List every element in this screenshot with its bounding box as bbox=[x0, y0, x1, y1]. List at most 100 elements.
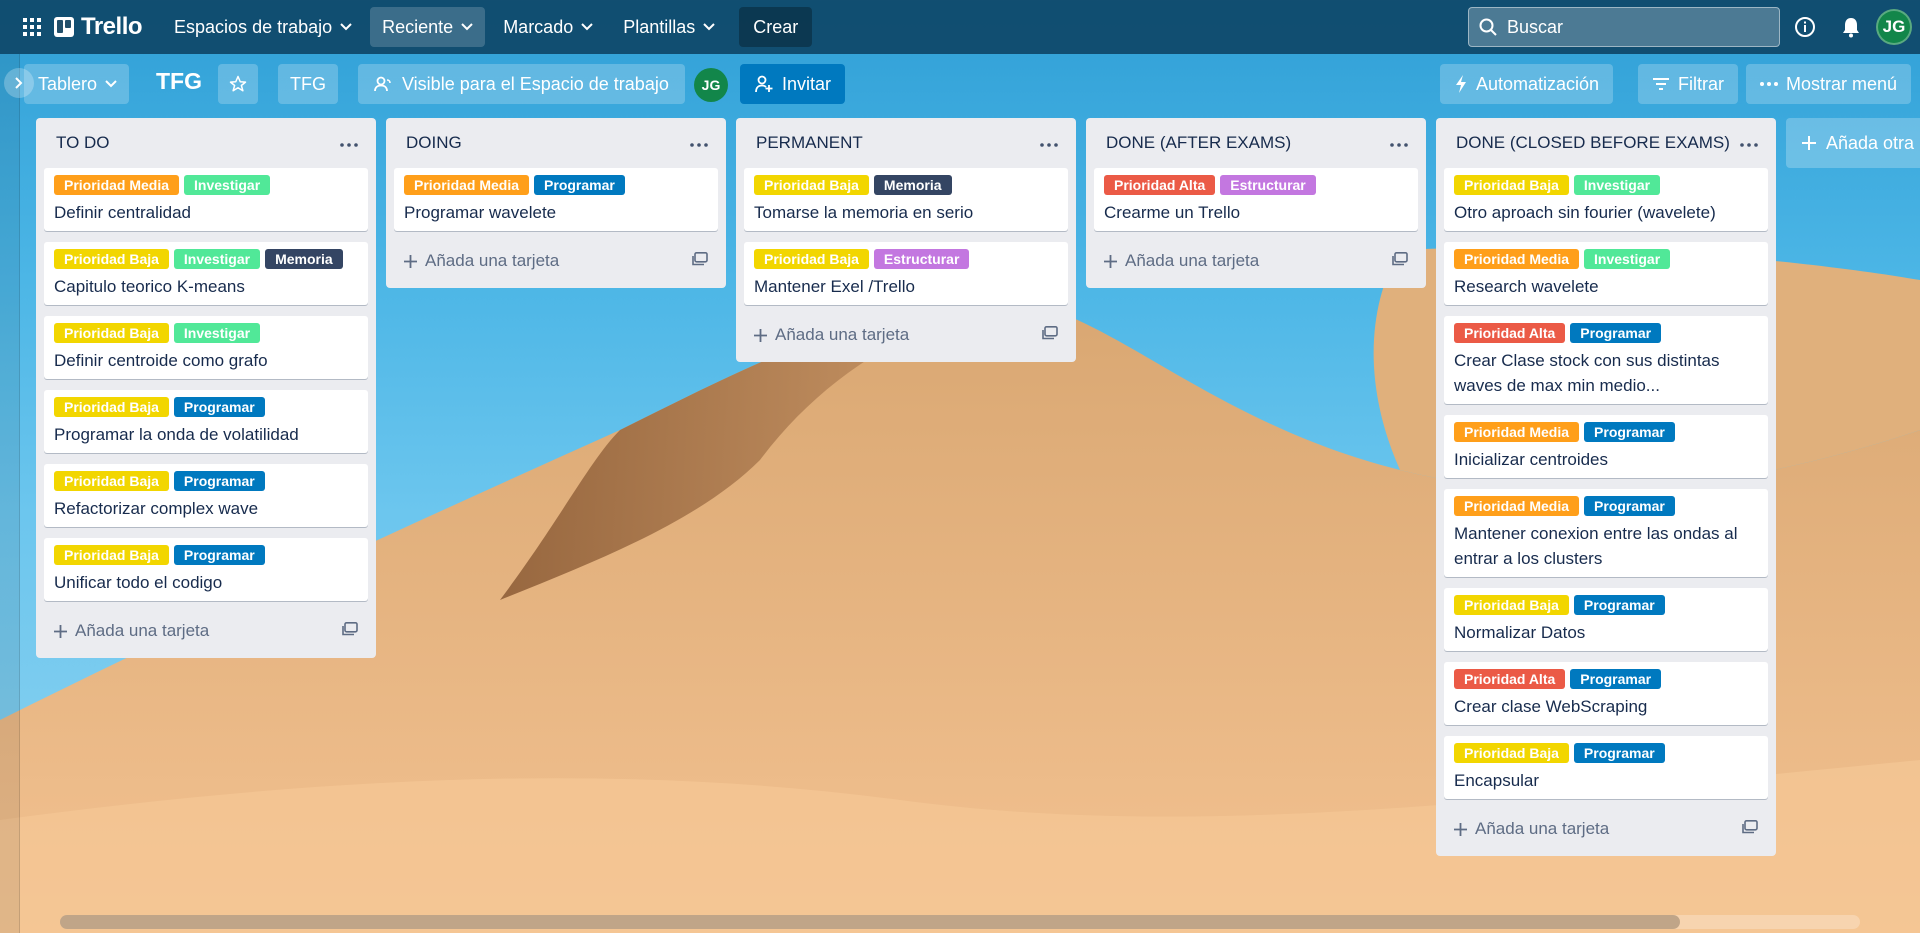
apps-grid-button[interactable] bbox=[14, 9, 50, 45]
add-list-button[interactable]: Añada otra l bbox=[1786, 118, 1920, 168]
card[interactable]: Prioridad Media Investigar Definir central… bbox=[44, 168, 368, 231]
card-label[interactable]: Prioridad Baja bbox=[1454, 595, 1569, 615]
card-label[interactable]: Estructurar bbox=[1220, 175, 1316, 195]
create-from-template-button[interactable] bbox=[1042, 325, 1058, 345]
card-label[interactable]: Memoria bbox=[265, 249, 343, 269]
card[interactable]: Prioridad Baja Programar Encapsular bbox=[1444, 736, 1768, 799]
trello-logo[interactable]: Trello bbox=[54, 13, 143, 41]
card-label[interactable]: Investigar bbox=[1573, 175, 1661, 195]
board-view-switcher[interactable]: Tablero bbox=[24, 64, 130, 104]
card-label[interactable]: Prioridad Baja bbox=[1454, 175, 1569, 195]
card-label[interactable]: Prioridad Media bbox=[404, 175, 530, 195]
card-label[interactable]: Prioridad Baja bbox=[1454, 743, 1569, 763]
horizontal-scrollbar[interactable] bbox=[60, 915, 1860, 929]
card-label[interactable]: Investigar bbox=[173, 249, 261, 269]
card-label[interactable]: Investigar bbox=[173, 323, 261, 343]
card-label[interactable]: Programar bbox=[173, 545, 265, 565]
card-label[interactable]: Prioridad Media bbox=[1454, 496, 1580, 516]
card[interactable]: Prioridad Baja Programar Programar la onda… bbox=[44, 390, 368, 453]
card-label[interactable]: Investigar bbox=[184, 175, 271, 195]
card-label[interactable]: Prioridad Media bbox=[1454, 249, 1580, 269]
add-card-button[interactable]: Añada una tarjeta bbox=[44, 612, 368, 650]
list-menu-button[interactable] bbox=[340, 134, 358, 152]
card-label[interactable]: Programar bbox=[173, 471, 265, 491]
list-menu-button[interactable] bbox=[1390, 134, 1408, 152]
visibility-button[interactable]: Visible para el Espacio de trabajo bbox=[358, 64, 685, 104]
card[interactable]: Prioridad Alta Programar Crear clase WebSc… bbox=[1444, 662, 1768, 725]
create-from-template-button[interactable] bbox=[1742, 819, 1758, 839]
card[interactable]: Prioridad Baja Investigar Memoria Capitulo … bbox=[44, 242, 368, 305]
card[interactable]: Prioridad Alta Estructurar Crearme un Trel… bbox=[1094, 168, 1418, 231]
card[interactable]: Prioridad Media Investigar Research wavele… bbox=[1444, 242, 1768, 305]
card-label[interactable]: Prioridad Baja bbox=[754, 249, 869, 269]
list-title[interactable]: TO DO bbox=[56, 133, 110, 153]
list-menu-button[interactable] bbox=[1040, 134, 1058, 152]
card[interactable]: Prioridad Baja Programar Unificar todo el … bbox=[44, 538, 368, 601]
list-title[interactable]: PERMANENT bbox=[756, 133, 863, 153]
card-label[interactable]: Prioridad Baja bbox=[54, 323, 169, 343]
card[interactable]: Prioridad Baja Programar Refactorizar comp… bbox=[44, 464, 368, 527]
card-label[interactable]: Programar bbox=[1573, 595, 1665, 615]
card-label[interactable]: Prioridad Alta bbox=[1454, 669, 1566, 689]
card-label[interactable]: Programar bbox=[534, 175, 625, 195]
card[interactable]: Prioridad Baja Investigar Otro aproach sin… bbox=[1444, 168, 1768, 231]
card-label[interactable]: Programar bbox=[1573, 743, 1665, 763]
search-input[interactable] bbox=[1507, 16, 1747, 38]
create-from-template-button[interactable] bbox=[692, 251, 708, 271]
card-label[interactable]: Memoria bbox=[873, 175, 952, 195]
add-card-button[interactable]: Añada una tarjeta bbox=[394, 242, 718, 280]
card-label[interactable]: Prioridad Baja bbox=[54, 471, 169, 491]
card-label[interactable]: Prioridad Baja bbox=[54, 249, 169, 269]
list-title[interactable]: DONE (AFTER EXAMS) bbox=[1106, 133, 1291, 153]
list-menu-button[interactable] bbox=[1740, 134, 1758, 152]
card[interactable]: Prioridad Media Programar Inicializar cent… bbox=[1444, 415, 1768, 478]
card[interactable]: Prioridad Media Programar Mantener conexio… bbox=[1444, 489, 1768, 577]
list-menu-button[interactable] bbox=[690, 134, 708, 152]
info-button[interactable] bbox=[1790, 12, 1820, 42]
card[interactable]: Prioridad Baja Memoria Tomarse la memoria … bbox=[744, 168, 1068, 231]
expand-sidebar-button[interactable] bbox=[4, 68, 34, 98]
card-label[interactable]: Programar bbox=[1570, 669, 1662, 689]
search-box[interactable] bbox=[1468, 7, 1780, 47]
card-label[interactable]: Prioridad Baja bbox=[754, 175, 869, 195]
board-title[interactable]: TFG bbox=[156, 68, 202, 95]
add-card-button[interactable]: Añada una tarjeta bbox=[1094, 242, 1418, 280]
scrollbar-thumb[interactable] bbox=[60, 915, 1680, 929]
nav-workspaces[interactable]: Espacios de trabajo bbox=[162, 7, 364, 47]
nav-recent[interactable]: Reciente bbox=[370, 7, 486, 47]
card-label[interactable]: Prioridad Media bbox=[54, 175, 180, 195]
card-label[interactable]: Investigar bbox=[1584, 249, 1671, 269]
card-label[interactable]: Estructurar bbox=[873, 249, 970, 269]
notifications-button[interactable] bbox=[1836, 12, 1866, 42]
card[interactable]: Prioridad Media Programar Programar wavele… bbox=[394, 168, 718, 231]
card-label[interactable]: Prioridad Baja bbox=[54, 397, 169, 417]
card-label[interactable]: Prioridad Alta bbox=[1104, 175, 1216, 195]
card-label[interactable]: Prioridad Baja bbox=[54, 545, 169, 565]
card-label[interactable]: Prioridad Alta bbox=[1454, 323, 1566, 343]
nav-starred[interactable]: Marcado bbox=[491, 7, 605, 47]
star-board-button[interactable] bbox=[218, 64, 258, 104]
nav-templates[interactable]: Plantillas bbox=[611, 7, 727, 47]
show-menu-button[interactable]: Mostrar menú bbox=[1746, 64, 1912, 104]
add-card-button[interactable]: Añada una tarjeta bbox=[1444, 810, 1768, 848]
card[interactable]: Prioridad Alta Programar Crear Clase stock… bbox=[1444, 316, 1768, 404]
card[interactable]: Prioridad Baja Estructurar Mantener Exel /… bbox=[744, 242, 1068, 305]
card-label[interactable]: Programar bbox=[1570, 323, 1662, 343]
card[interactable]: Prioridad Baja Investigar Definir centroid… bbox=[44, 316, 368, 379]
user-avatar[interactable]: JG bbox=[1876, 9, 1912, 45]
card-label[interactable]: Programar bbox=[1584, 422, 1675, 442]
card-label[interactable]: Programar bbox=[173, 397, 265, 417]
card-label[interactable]: Programar bbox=[1584, 496, 1675, 516]
add-card-button[interactable]: Añada una tarjeta bbox=[744, 316, 1068, 354]
card[interactable]: Prioridad Baja Programar Normalizar Datos bbox=[1444, 588, 1768, 651]
invite-button[interactable]: Invitar bbox=[740, 64, 846, 104]
list-title[interactable]: DONE (CLOSED BEFORE EXAMS) bbox=[1456, 133, 1730, 153]
create-from-template-button[interactable] bbox=[1392, 251, 1408, 271]
card-label[interactable]: Prioridad Media bbox=[1454, 422, 1580, 442]
filter-button[interactable]: Filtrar bbox=[1638, 64, 1738, 104]
automation-button[interactable]: Automatización bbox=[1440, 64, 1614, 104]
workspace-button[interactable]: TFG bbox=[278, 64, 338, 104]
create-from-template-button[interactable] bbox=[342, 621, 358, 641]
create-button[interactable]: Crear bbox=[739, 7, 813, 47]
board-member-avatar[interactable]: JG bbox=[694, 68, 728, 102]
